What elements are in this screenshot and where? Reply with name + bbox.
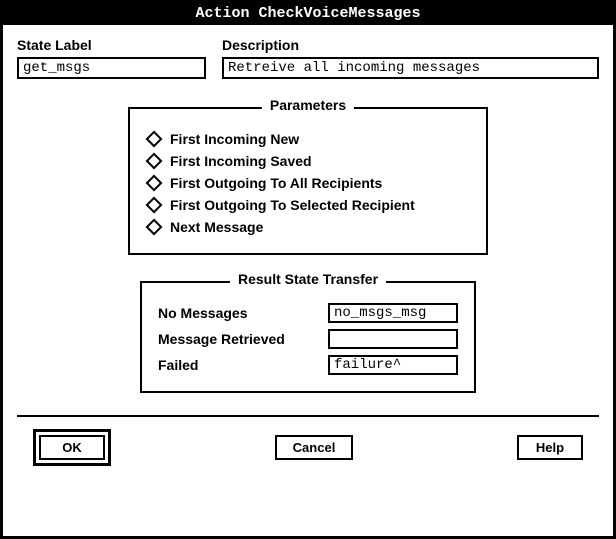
help-button[interactable]: Help	[517, 435, 583, 460]
result-row-failed: Failed	[158, 355, 458, 375]
description-group: Description	[222, 37, 599, 79]
result-input-message-retrieved[interactable]	[328, 329, 458, 349]
diamond-radio-icon	[146, 175, 163, 192]
param-option-first-outgoing-all[interactable]: First Outgoing To All Recipients	[148, 175, 468, 191]
dialog-window: Action CheckVoiceMessages State Label De…	[0, 0, 616, 539]
param-label: First Outgoing To Selected Recipient	[170, 197, 415, 213]
diamond-radio-icon	[146, 219, 163, 236]
result-title: Result State Transfer	[230, 271, 386, 287]
diamond-radio-icon	[146, 131, 163, 148]
cancel-button[interactable]: Cancel	[275, 435, 354, 460]
parameters-group: Parameters First Incoming New First Inco…	[128, 107, 488, 255]
result-state-group: Result State Transfer No Messages Messag…	[140, 281, 476, 393]
param-label: First Incoming Saved	[170, 153, 312, 169]
result-row-message-retrieved: Message Retrieved	[158, 329, 458, 349]
window-title: Action CheckVoiceMessages	[195, 5, 420, 22]
default-button-frame: OK	[33, 429, 111, 466]
button-bar: OK Cancel Help	[17, 417, 599, 466]
result-label: Failed	[158, 357, 198, 373]
diamond-radio-icon	[146, 197, 163, 214]
result-input-failed[interactable]	[328, 355, 458, 375]
state-label-group: State Label	[17, 37, 206, 79]
parameters-title: Parameters	[262, 97, 354, 113]
state-label-caption: State Label	[17, 37, 206, 53]
ok-button[interactable]: OK	[39, 435, 105, 460]
param-label: First Incoming New	[170, 131, 299, 147]
result-label: No Messages	[158, 305, 247, 321]
param-option-first-incoming-saved[interactable]: First Incoming Saved	[148, 153, 468, 169]
param-label: Next Message	[170, 219, 263, 235]
param-option-first-incoming-new[interactable]: First Incoming New	[148, 131, 468, 147]
result-row-no-messages: No Messages	[158, 303, 458, 323]
result-label: Message Retrieved	[158, 331, 285, 347]
description-input[interactable]	[222, 57, 599, 79]
param-label: First Outgoing To All Recipients	[170, 175, 382, 191]
result-input-no-messages[interactable]	[328, 303, 458, 323]
diamond-radio-icon	[146, 153, 163, 170]
description-caption: Description	[222, 37, 599, 53]
param-option-first-outgoing-selected[interactable]: First Outgoing To Selected Recipient	[148, 197, 468, 213]
top-fields-row: State Label Description	[17, 37, 599, 79]
state-label-input[interactable]	[17, 57, 206, 79]
window-titlebar: Action CheckVoiceMessages	[3, 3, 613, 25]
dialog-content: State Label Description Parameters First…	[3, 25, 613, 466]
param-option-next-message[interactable]: Next Message	[148, 219, 468, 235]
